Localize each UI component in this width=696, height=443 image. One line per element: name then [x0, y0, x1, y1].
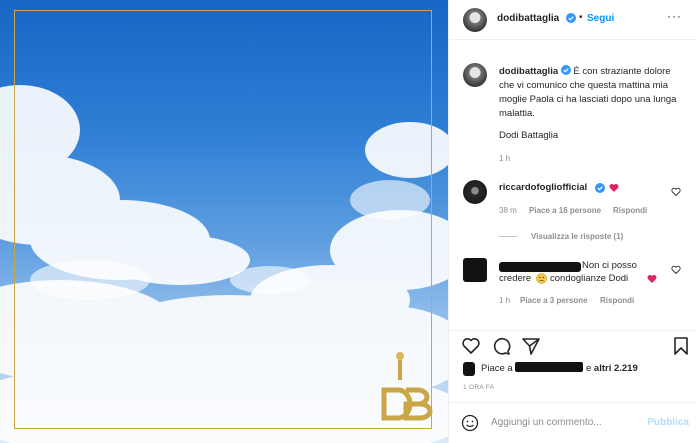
caption: dodibattaglia È con straziante dolore ch… [499, 65, 685, 121]
add-comment-bar: Aggiungi un commento... Pubblica [449, 402, 696, 443]
redacted-username [499, 262, 581, 272]
comment-likes[interactable]: Piace a 3 persone [520, 296, 588, 305]
comment-input[interactable]: Aggiungi un commento... [491, 417, 602, 428]
comment-username[interactable]: riccardofogliofficial [499, 181, 587, 195]
gold-frame [14, 10, 432, 429]
separator-dot: • [579, 12, 583, 23]
liker-avatar [463, 362, 475, 376]
more-options-icon[interactable]: ··· [667, 9, 682, 23]
post-header: dodibattaglia • Segui ··· [449, 0, 696, 40]
comment-text-line2b: condoglianze Dodi [550, 273, 629, 284]
comment-icon[interactable] [491, 336, 511, 356]
caption-time[interactable]: 1 h [499, 154, 510, 163]
follow-button[interactable]: Segui [587, 13, 614, 24]
comment-likes[interactable]: Piace a 16 persone [529, 206, 601, 215]
replies-divider [499, 236, 517, 237]
comment-text-line2: credere [499, 273, 532, 284]
comment-avatar[interactable] [463, 180, 487, 204]
reply-button[interactable]: Rispondi [600, 296, 634, 305]
share-icon[interactable] [521, 336, 541, 356]
comment-time[interactable]: 1 h [499, 296, 510, 305]
likes-summary[interactable]: Piace a e altri 2.219 [481, 362, 638, 374]
sad-face-emoji-icon [536, 273, 547, 284]
author-username[interactable]: dodibattaglia [497, 13, 559, 24]
caption-username[interactable]: dodibattaglia [499, 66, 558, 77]
db-logo-icon [381, 352, 433, 421]
comment-avatar[interactable] [463, 258, 487, 282]
likes-others[interactable]: altri 2.219 [594, 363, 638, 374]
heart-icon[interactable] [461, 336, 481, 356]
verified-icon [560, 65, 571, 75]
likes-connector: e [585, 363, 592, 374]
author-avatar[interactable] [463, 8, 487, 32]
like-comment-icon[interactable] [671, 187, 681, 197]
publish-button[interactable]: Pubblica [647, 417, 689, 428]
like-comment-icon[interactable] [671, 265, 681, 275]
verified-icon [595, 183, 605, 193]
post-image[interactable] [0, 0, 448, 443]
view-replies-button[interactable]: Visualizza le risposte (1) [531, 232, 623, 241]
post-time-ago[interactable]: 1 ORA FA [463, 384, 494, 391]
emoji-icon[interactable] [461, 414, 479, 432]
likes-prefix: Piace a [481, 363, 513, 374]
reply-button[interactable]: Rispondi [613, 206, 647, 215]
redacted-liker [515, 362, 584, 372]
action-bar [449, 330, 696, 360]
save-bookmark-icon[interactable] [671, 336, 691, 356]
red-heart-emoji-icon [609, 184, 619, 192]
post-panel: dodibattaglia • Segui ··· dodibattaglia … [448, 0, 696, 443]
verified-icon [566, 13, 576, 23]
caption-avatar[interactable] [463, 63, 487, 87]
comment-time[interactable]: 38 m [499, 206, 517, 215]
comment-text: Non ci posso [582, 260, 637, 271]
caption-signature: Dodi Battaglia [499, 130, 559, 141]
red-heart-emoji-icon [647, 275, 657, 283]
